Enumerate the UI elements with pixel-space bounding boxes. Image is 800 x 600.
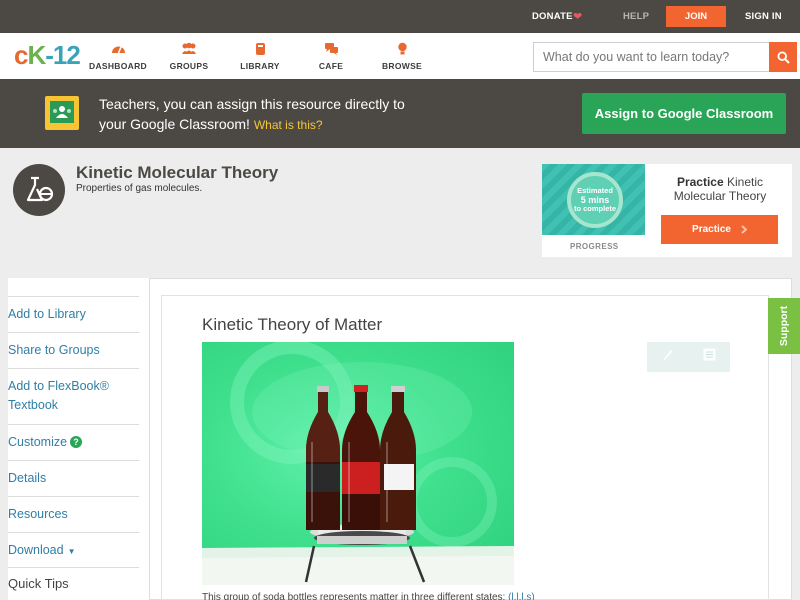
soda-bottles-image: [202, 342, 514, 585]
assign-to-google-classroom-button[interactable]: Assign to Google Classroom: [582, 93, 786, 134]
dashboard-icon: [83, 42, 153, 57]
sidebar-item-customize[interactable]: Customize?: [8, 424, 139, 452]
cafe-icon: [296, 42, 366, 57]
pencil-icon[interactable]: [662, 348, 674, 367]
nav-library[interactable]: LIBRARY: [225, 42, 295, 71]
sidebar-item-download[interactable]: Download ▼: [8, 532, 139, 561]
chemistry-flask-icon: [13, 164, 65, 216]
article-body-text: This group of soda bottles represents ma…: [202, 592, 535, 600]
search-button[interactable]: [769, 42, 797, 72]
top-bar: DONATE ❤ HELP JOIN SIGN IN: [0, 0, 800, 33]
chevron-right-icon: [741, 225, 747, 234]
browse-icon: [367, 42, 437, 57]
join-button[interactable]: JOIN: [666, 6, 726, 27]
help-icon[interactable]: ?: [70, 436, 83, 448]
article-title: Kinetic Theory of Matter: [202, 315, 383, 334]
progress-ring: Estimated 5 mins to complete: [567, 172, 623, 228]
practice-button[interactable]: Practice: [661, 215, 778, 244]
support-tab[interactable]: Support: [768, 298, 800, 354]
nav-groups[interactable]: GROUPS: [154, 42, 224, 71]
nav-cafe[interactable]: CAFE: [296, 42, 366, 71]
search-box: [533, 42, 770, 72]
page-subtitle: Properties of gas molecules.: [76, 183, 203, 194]
heart-icon: ❤: [573, 11, 583, 23]
quick-tips-heading: Quick Tips: [8, 567, 139, 591]
sidebar-item-share-to-groups[interactable]: Share to Groups: [8, 332, 139, 360]
google-classroom-icon: [45, 96, 79, 130]
article-tools: [647, 342, 730, 372]
library-icon: [225, 42, 295, 57]
progress-label: PROGRESS: [570, 242, 619, 251]
search-input[interactable]: [534, 43, 769, 71]
nav-dashboard[interactable]: DASHBOARD: [83, 42, 153, 71]
caret-down-icon: ▼: [67, 547, 76, 556]
sidebar-item-add-to-flexbook[interactable]: Add to FlexBook® Textbook: [8, 368, 139, 424]
ck12-logo[interactable]: cK-12: [14, 40, 81, 71]
progress-badge: Estimated 5 mins to complete: [542, 164, 645, 235]
states-link[interactable]: (l,l,l,s): [508, 592, 535, 600]
donate-link[interactable]: DONATE: [532, 11, 573, 22]
nav-bar: cK-12 DASHBOARD GROUPS LIBRARY CAFE BROW…: [0, 33, 800, 79]
sidebar-item-details[interactable]: Details: [8, 460, 139, 488]
notes-icon[interactable]: [703, 348, 716, 366]
sign-in-link[interactable]: SIGN IN: [745, 11, 782, 22]
page-title: Kinetic Molecular Theory: [76, 163, 279, 182]
sidebar-item-resources[interactable]: Resources: [8, 496, 139, 524]
help-link[interactable]: HELP: [623, 11, 649, 22]
banner-message: Teachers, you can assign this resource d…: [99, 96, 405, 132]
nav-browse[interactable]: BROWSE: [367, 42, 437, 71]
what-is-this-link[interactable]: What is this?: [254, 118, 323, 132]
search-icon: [776, 50, 790, 64]
practice-title: Practice Kinetic Molecular Theory: [673, 175, 767, 203]
practice-card: Estimated 5 mins to complete PROGRESS Pr…: [542, 164, 792, 257]
sidebar-item-add-to-library[interactable]: Add to Library: [8, 296, 139, 324]
groups-icon: [154, 42, 224, 57]
